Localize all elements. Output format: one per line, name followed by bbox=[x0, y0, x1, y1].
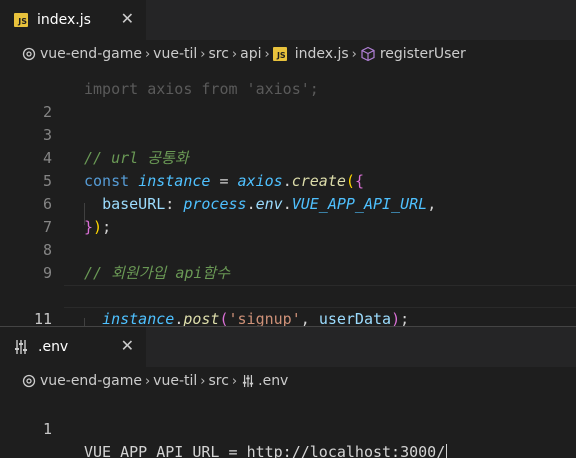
code-line: 9 function registerUser(userData) { bbox=[0, 239, 576, 305]
tab-label: .env bbox=[38, 339, 69, 355]
code-line: 7 bbox=[0, 193, 576, 236]
code-line: 2 bbox=[0, 78, 576, 121]
chevron-right-icon: › bbox=[144, 46, 151, 62]
top-editor-group: JS index.js ✕ vue-end-game › vue-til › s… bbox=[0, 0, 576, 326]
chevron-right-icon: › bbox=[144, 373, 151, 389]
breadcrumb: vue-end-game › vue-til › src › .env bbox=[0, 367, 576, 395]
chevron-right-icon: › bbox=[231, 373, 238, 389]
tab-env[interactable]: .env ✕ bbox=[0, 327, 146, 367]
code-line: 10 instance.post('signup', userData); bbox=[0, 262, 576, 326]
cube-icon bbox=[360, 46, 376, 62]
chevron-right-icon: › bbox=[231, 46, 238, 62]
code-text: VUE_APP_API_URL = http://localhost:3000/ bbox=[84, 441, 448, 458]
top-tab-bar: JS index.js ✕ bbox=[0, 0, 576, 40]
line-number: 1 bbox=[42, 420, 52, 438]
code-editor[interactable]: import axios from 'axios'; 2 3 // url 공통… bbox=[0, 55, 576, 326]
bottom-tab-bar: .env ✕ bbox=[0, 327, 576, 367]
breadcrumb-item[interactable]: src bbox=[208, 373, 228, 389]
code-line-current: 11 } bbox=[0, 285, 576, 326]
breadcrumb-item[interactable]: vue-end-game bbox=[40, 46, 142, 62]
code-line: 8 // 회원가입 api함수 bbox=[0, 216, 576, 282]
breadcrumb-item[interactable]: index.js bbox=[295, 46, 349, 62]
env-value-link[interactable]: http://localhost:3000/ bbox=[247, 443, 446, 458]
settings-icon bbox=[22, 47, 36, 61]
sliders-icon bbox=[242, 374, 254, 388]
chevron-right-icon: › bbox=[264, 46, 270, 62]
chevron-right-icon: › bbox=[351, 46, 357, 62]
settings-icon bbox=[22, 374, 36, 388]
tab-index-js[interactable]: JS index.js ✕ bbox=[0, 0, 146, 40]
breadcrumb-item[interactable]: src bbox=[208, 46, 228, 62]
indent-guide bbox=[84, 203, 85, 225]
code-line: 1 VUE_APP_API_URL = http://localhost:300… bbox=[0, 395, 576, 458]
text-cursor bbox=[446, 443, 448, 458]
chevron-right-icon: › bbox=[200, 46, 206, 62]
breadcrumb-item[interactable]: api bbox=[240, 46, 261, 62]
js-file-icon: JS bbox=[272, 47, 287, 61]
env-key: VUE_APP_API_URL bbox=[84, 443, 220, 458]
env-equals: = bbox=[219, 443, 247, 458]
code-line: 12 bbox=[0, 308, 576, 326]
close-icon[interactable]: ✕ bbox=[121, 11, 134, 27]
close-icon[interactable]: ✕ bbox=[121, 338, 134, 354]
breadcrumb-item[interactable]: vue-til bbox=[153, 373, 197, 389]
code-line: 3 // url 공통화 bbox=[0, 101, 576, 167]
breadcrumb-item[interactable]: vue-end-game bbox=[40, 373, 142, 389]
code-line: 4 const instance = axios.create({ bbox=[0, 124, 576, 190]
sliders-icon bbox=[14, 339, 28, 355]
breadcrumb-item[interactable]: .env bbox=[258, 373, 288, 389]
breadcrumb-item[interactable]: vue-til bbox=[153, 46, 197, 62]
tab-label: index.js bbox=[37, 12, 91, 28]
bottom-editor-group: .env ✕ vue-end-game › vue-til › src › .e… bbox=[0, 327, 576, 458]
js-file-icon: JS bbox=[14, 13, 28, 27]
breadcrumb-item[interactable]: registerUser bbox=[380, 46, 466, 62]
code-line: 6 }); bbox=[0, 170, 576, 236]
chevron-right-icon: › bbox=[200, 373, 206, 389]
code-editor[interactable]: 1 VUE_APP_API_URL = http://localhost:300… bbox=[0, 395, 576, 458]
indent-guide bbox=[84, 318, 85, 326]
code-line: 5 baseURL: process.env.VUE_APP_API_URL, bbox=[0, 147, 576, 213]
breadcrumb: vue-end-game › vue-til › src › api › JS … bbox=[0, 40, 576, 68]
